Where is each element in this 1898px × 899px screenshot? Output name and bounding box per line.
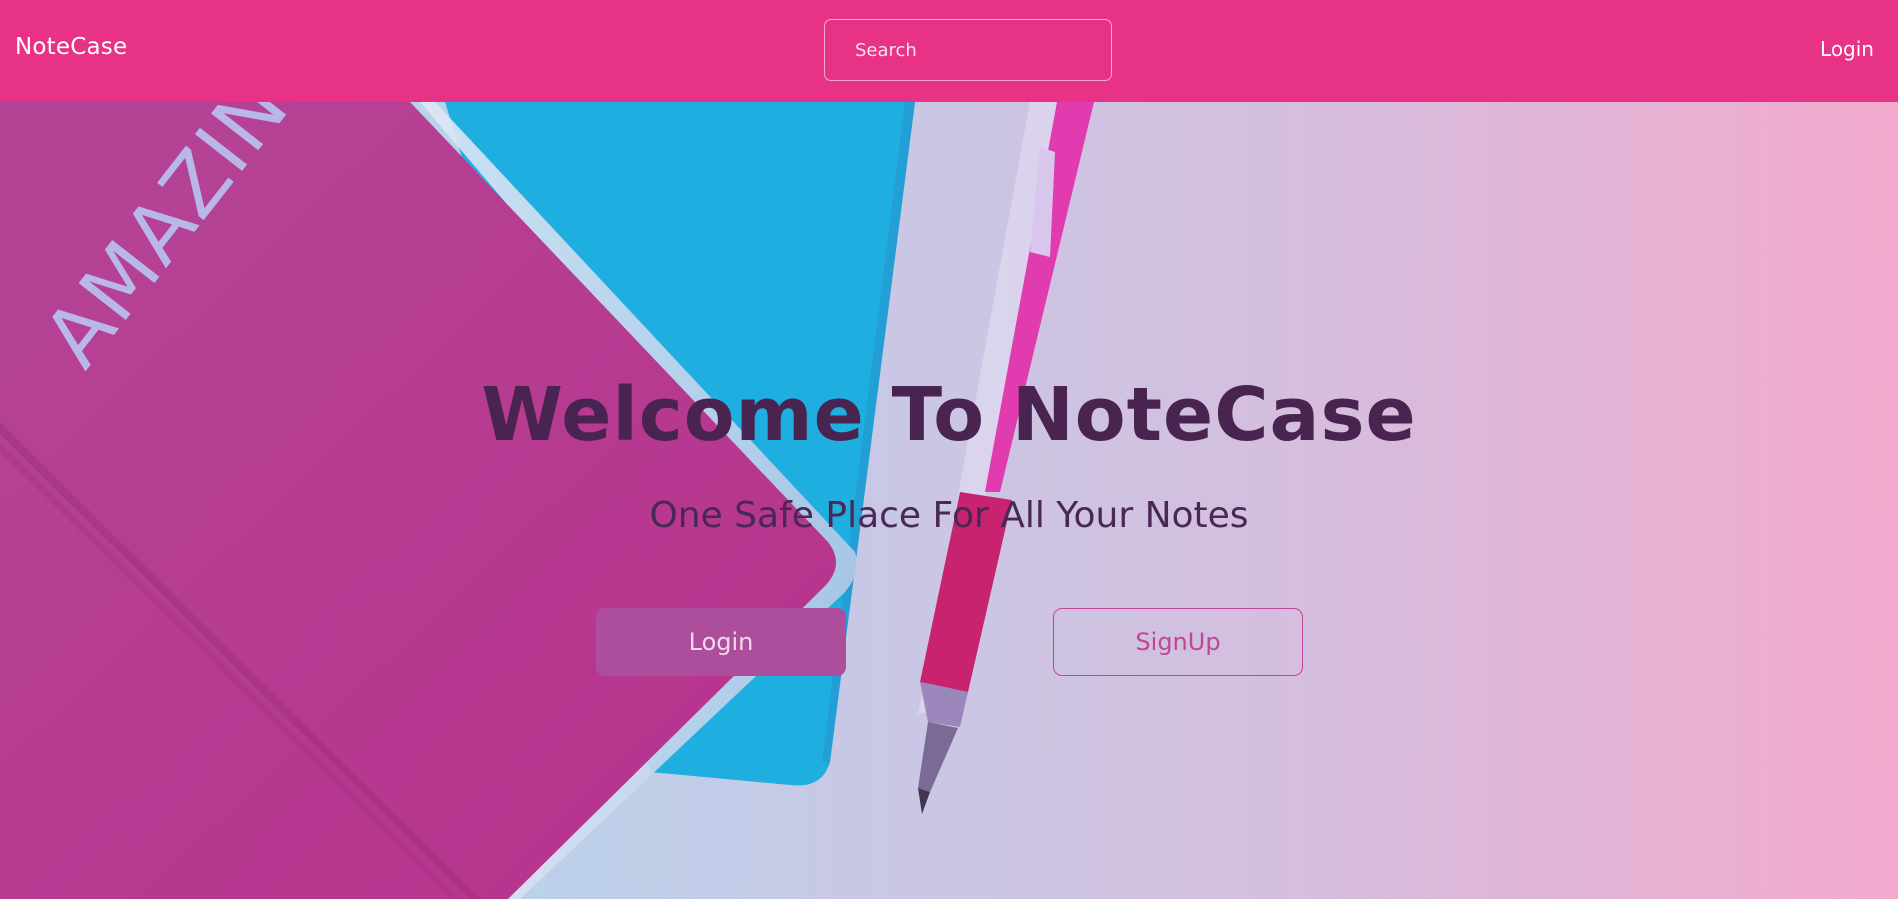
search-input[interactable] [824, 19, 1112, 81]
hero-section: AMAZING Welcome To NoteCase One Safe Pla… [0, 102, 1898, 899]
hero-title: Welcome To NoteCase [481, 372, 1417, 458]
pen-graphic [918, 102, 1094, 814]
signup-button[interactable]: SignUp [1053, 608, 1303, 676]
nav-login-link[interactable]: Login [1820, 37, 1874, 61]
hero-subtitle: One Safe Place For All Your Notes [649, 495, 1249, 536]
login-button[interactable]: Login [596, 608, 846, 676]
navbar: NoteCase Login [0, 0, 1898, 102]
brand-logo[interactable]: NoteCase [15, 34, 127, 60]
